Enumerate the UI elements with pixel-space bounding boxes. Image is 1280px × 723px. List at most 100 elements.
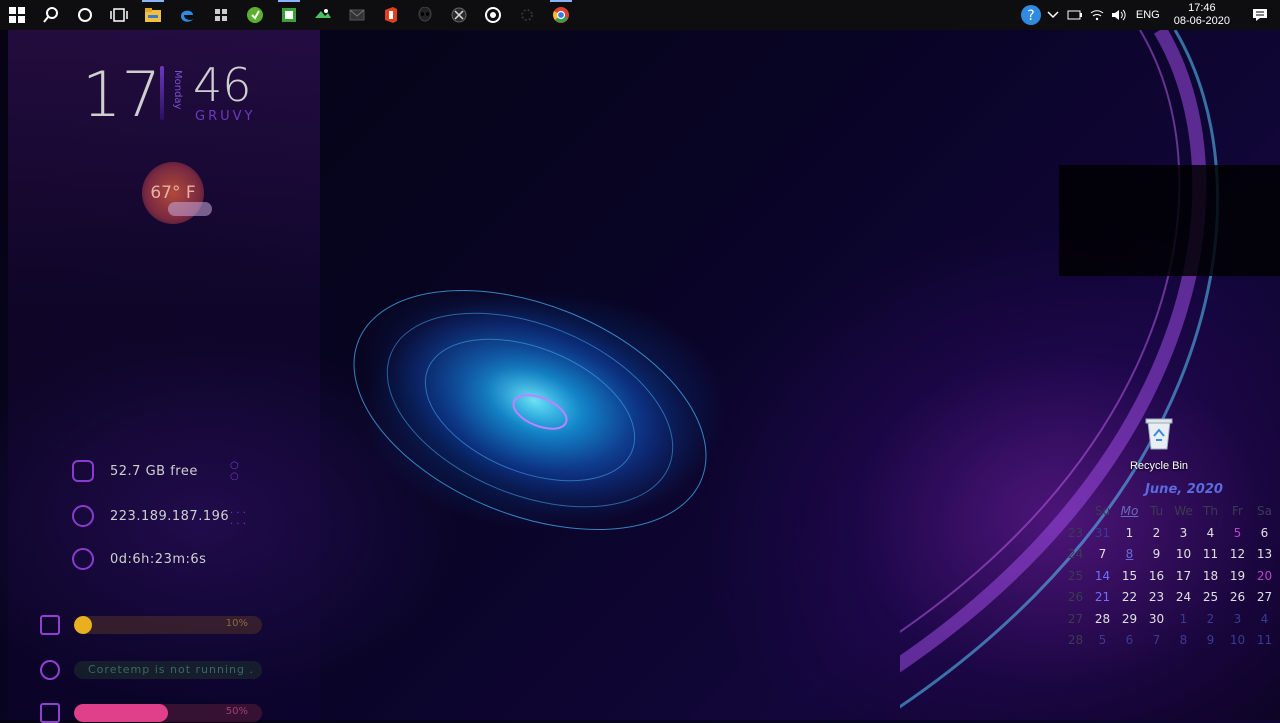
wifi-icon (1090, 10, 1104, 21)
calendar-day[interactable]: 3 (1170, 523, 1197, 545)
calendar-day[interactable]: 17 (1170, 566, 1197, 588)
wifi-button[interactable] (1086, 0, 1108, 30)
calendar-day[interactable]: 18 (1197, 566, 1224, 588)
calendar-day[interactable]: 9 (1143, 544, 1170, 566)
recycle-bin-icon (1145, 418, 1173, 450)
task-view-icon (110, 8, 128, 22)
calendar-day[interactable]: 10 (1224, 630, 1251, 652)
calendar-day[interactable]: 27 (1251, 587, 1278, 609)
calendar-day[interactable]: 29 (1116, 609, 1143, 631)
calendar-day[interactable]: 8 (1170, 630, 1197, 652)
calendar-day[interactable]: 4 (1251, 609, 1278, 631)
calendar-day[interactable]: 12 (1224, 544, 1251, 566)
calendar-day[interactable]: 20 (1251, 566, 1278, 588)
cpu-meter-row[interactable]: 10% (40, 615, 262, 635)
calendar-day[interactable]: 31 (1089, 523, 1116, 545)
alien-icon (418, 7, 432, 22)
calendar-day[interactable]: 28 (1089, 609, 1116, 631)
coretemp-meter: Coretemp is not running . . . (74, 661, 262, 679)
clock-date: 08-06-2020 (1173, 15, 1230, 27)
chrome-button[interactable] (544, 0, 578, 30)
calendar-day[interactable]: 5 (1089, 630, 1116, 652)
calendar-day[interactable]: 5 (1224, 523, 1251, 545)
office-icon (385, 7, 397, 23)
calendar-widget: June, 2020 Su Mo Tu We Th Fr Sa 23 31 1 2 3 4 5 6 24 7 8 9… (1062, 482, 1278, 652)
calendar-day-header: Tu (1149, 504, 1164, 518)
settings-button[interactable] (510, 0, 544, 30)
recycle-bin[interactable]: Recycle Bin (1124, 416, 1194, 472)
calendar-day[interactable]: 21 (1089, 587, 1116, 609)
calendar-day[interactable]: 9 (1197, 630, 1224, 652)
calendar-day[interactable]: 8 (1116, 544, 1143, 566)
calendar-day[interactable]: 13 (1251, 544, 1278, 566)
calendar-week-number: 24 (1067, 547, 1084, 561)
calendar-day[interactable]: 24 (1170, 587, 1197, 609)
mail-icon (349, 9, 365, 21)
battery-icon (1067, 10, 1082, 20)
file-explorer-button[interactable] (136, 0, 170, 30)
calendar-day[interactable]: 25 (1197, 587, 1224, 609)
store-icon (215, 9, 227, 21)
calendar-day[interactable]: 26 (1224, 587, 1251, 609)
ram-meter-row[interactable]: 50% (40, 703, 262, 723)
calendar-day[interactable]: 30 (1143, 609, 1170, 631)
green-app-button[interactable] (238, 0, 272, 30)
ram-icon (40, 703, 60, 723)
calendar-day[interactable]: 7 (1143, 630, 1170, 652)
taskbar-clock[interactable]: 17:46 08-06-2020 (1166, 2, 1240, 28)
disk-stat[interactable]: 52.7 GB free (72, 460, 198, 482)
show-hidden-icons-button[interactable] (1042, 0, 1064, 30)
battery-button[interactable] (1064, 0, 1086, 30)
calendar-day[interactable]: 3 (1224, 609, 1251, 631)
calendar-day[interactable]: 7 (1089, 544, 1116, 566)
photos-icon (315, 9, 331, 18)
taskbar: ? ENG 17:46 08-06-2020 (0, 0, 1280, 30)
cpu-icon (40, 615, 60, 635)
action-center-button[interactable] (1240, 0, 1280, 30)
alien-button[interactable] (408, 0, 442, 30)
media-button[interactable] (476, 0, 510, 30)
help-button[interactable]: ? (1020, 0, 1042, 30)
calendar-day[interactable]: 14 (1089, 566, 1116, 588)
calendar-day[interactable]: 10 (1170, 544, 1197, 566)
photos-button[interactable] (306, 0, 340, 30)
edge-button[interactable] (170, 0, 204, 30)
calendar-day[interactable]: 6 (1251, 523, 1278, 545)
uptime-label: 0d:6h:23m:6s (110, 551, 207, 567)
settings-icon (521, 9, 533, 21)
start-button[interactable] (0, 0, 34, 30)
search-icon (43, 7, 58, 23)
calendar-day[interactable]: 22 (1116, 587, 1143, 609)
calendar-day[interactable]: 2 (1143, 523, 1170, 545)
store-button[interactable] (204, 0, 238, 30)
search-button[interactable] (34, 0, 68, 30)
office-button[interactable] (374, 0, 408, 30)
calendar-day[interactable]: 1 (1116, 523, 1143, 545)
calendar-day[interactable]: 19 (1224, 566, 1251, 588)
calendar-day[interactable]: 2 (1197, 609, 1224, 631)
mail-button[interactable] (340, 0, 374, 30)
network-stat[interactable]: 223.189.187.196 (72, 505, 229, 527)
calendar-day[interactable]: 4 (1197, 523, 1224, 545)
uptime-stat[interactable]: 0d:6h:23m:6s (72, 548, 206, 570)
cortana-button[interactable] (68, 0, 102, 30)
notepad-button[interactable] (272, 0, 306, 30)
wallpaper-vortex (353, 290, 707, 531)
calendar-day-header: Mo (1120, 504, 1139, 518)
task-view-button[interactable] (102, 0, 136, 30)
calendar-day[interactable]: 23 (1143, 587, 1170, 609)
clock-hour: 17 (82, 58, 161, 131)
xbox-button[interactable] (442, 0, 476, 30)
calendar-day[interactable]: 1 (1170, 609, 1197, 631)
volume-button[interactable] (1108, 0, 1130, 30)
calendar-day[interactable]: 11 (1251, 630, 1278, 652)
coretemp-row[interactable]: Coretemp is not running . . . (40, 660, 262, 680)
calendar-day[interactable]: 15 (1116, 566, 1143, 588)
calendar-day[interactable]: 11 (1197, 544, 1224, 566)
calendar-day[interactable]: 6 (1116, 630, 1143, 652)
calendar-day[interactable]: 16 (1143, 566, 1170, 588)
cpu-meter-knob (74, 616, 92, 634)
calendar-week-number: 26 (1067, 590, 1084, 604)
language-indicator[interactable]: ENG (1130, 9, 1166, 21)
calendar-week-number: 25 (1067, 568, 1084, 583)
